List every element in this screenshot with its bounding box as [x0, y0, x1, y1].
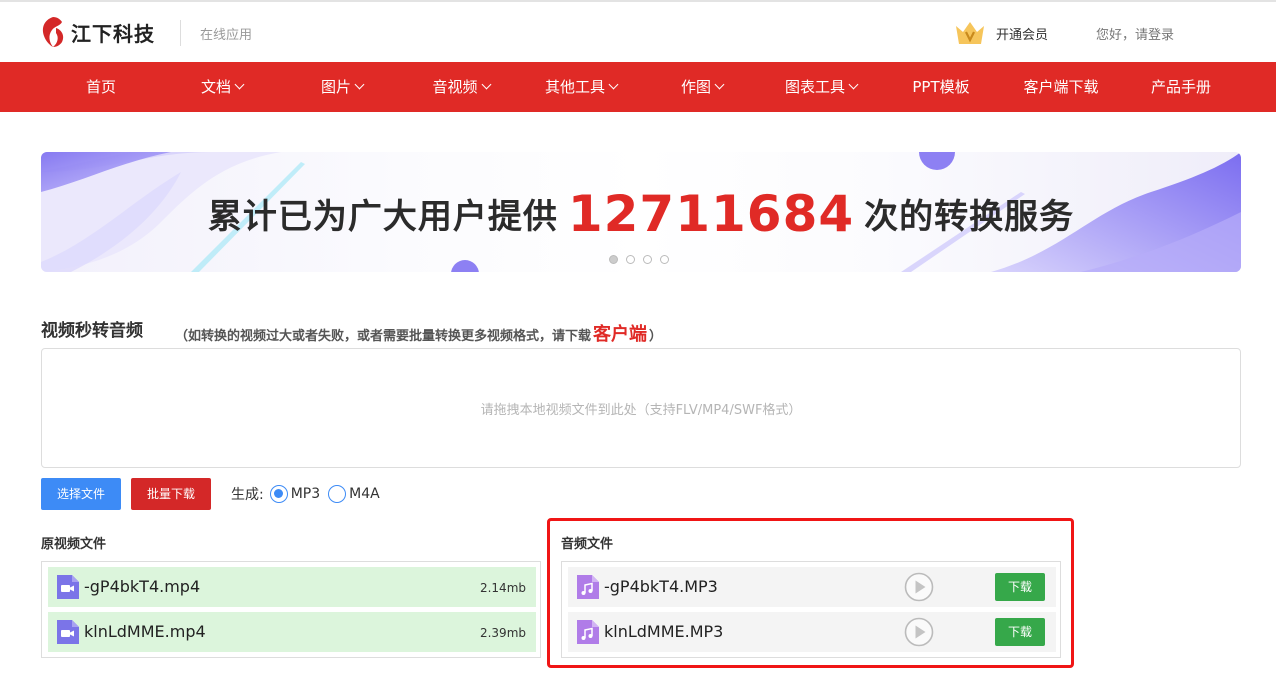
nav-label: 文档 — [200, 78, 231, 96]
radio-unchecked-icon — [328, 485, 347, 503]
logo-text: 江下科技 — [71, 21, 155, 46]
nav-label: 图片 — [320, 78, 351, 96]
file-size: 2.14mb — [479, 581, 526, 595]
banner-headline: 累计已为广大用户提供 12711684 次的转换服务 — [41, 182, 1241, 243]
top-header: 江下科技 在线应用 开通会员 您好，请登录 — [0, 0, 1276, 62]
video-file-icon — [57, 620, 79, 644]
chevron-down-icon — [234, 79, 245, 90]
file-name: klnLdMME.MP3 — [604, 622, 724, 641]
nav-label: 作图 — [680, 78, 711, 96]
header-subtitle: 在线应用 — [200, 28, 253, 43]
audio-files-title: 音频文件 — [561, 537, 614, 552]
format-selector: 生成: MP3 M4A — [231, 484, 380, 504]
nav-item-av[interactable]: 音视频 — [428, 62, 494, 112]
carousel-dot[interactable] — [626, 255, 635, 264]
carousel-dot[interactable] — [609, 255, 618, 264]
nav-label: 客户端下载 — [1023, 78, 1099, 96]
file-name: klnLdMME.mp4 — [84, 622, 206, 641]
logo-icon — [42, 17, 64, 47]
nav-item-other-tools[interactable]: 其他工具 — [540, 62, 622, 112]
video-file-icon — [57, 575, 79, 599]
play-icon[interactable] — [904, 572, 934, 602]
nav-label: 音视频 — [432, 78, 478, 96]
download-button[interactable]: 下载 — [995, 618, 1045, 646]
header-divider — [180, 20, 181, 46]
batch-download-button[interactable]: 批量下载 — [131, 478, 211, 510]
radio-label: MP3 — [290, 486, 321, 502]
nav-item-client-download[interactable]: 客户端下载 — [1018, 62, 1104, 112]
logo[interactable]: 江下科技 — [40, 16, 155, 48]
crown-icon — [956, 22, 984, 44]
list-item[interactable]: -gP4bkT4.mp4 2.14mb — [48, 567, 536, 607]
chevron-down-icon — [354, 79, 365, 90]
promo-banner[interactable]: 累计已为广大用户提供 12711684 次的转换服务 — [41, 152, 1241, 272]
radio-checked-icon — [269, 485, 288, 503]
tool-title: 视频秒转音频 — [41, 321, 143, 341]
nav-label: PPT模板 — [912, 78, 970, 96]
radio-label: M4A — [349, 486, 380, 502]
generate-label: 生成: — [231, 487, 264, 503]
audio-file-icon — [577, 620, 599, 644]
dropzone-hint: 请拖拽本地视频文件到此处（支持FLV/MP4/SWF格式） — [480, 402, 802, 418]
file-name: -gP4bkT4.mp4 — [84, 577, 201, 596]
list-item[interactable]: klnLdMME.mp4 2.39mb — [48, 612, 536, 652]
vip-label: 开通会员 — [996, 27, 1049, 43]
nav-label: 其他工具 — [544, 78, 605, 96]
carousel-dot[interactable] — [643, 255, 652, 264]
select-file-button[interactable]: 选择文件 — [41, 478, 121, 510]
nav-item-images[interactable]: 图片 — [316, 62, 368, 112]
main-nav: 首页 文档 图片 音视频 其他工具 作图 图表工具 PPT模板 客户端下载 产品… — [0, 62, 1276, 112]
source-files-title: 原视频文件 — [41, 537, 107, 552]
chevron-down-icon — [481, 79, 491, 90]
vip-link[interactable]: 开通会员 — [954, 20, 1048, 46]
note-text: （如转换的视频过大或者失败，或者需要批量转换更多视频格式，请下载 — [175, 329, 592, 344]
list-item: -gP4bkT4.MP3 下载 — [568, 567, 1056, 607]
nav-label: 图表工具 — [784, 78, 845, 96]
play-icon[interactable] — [904, 617, 934, 647]
nav-label: 首页 — [85, 78, 116, 96]
client-download-link[interactable]: 客户端 — [593, 324, 647, 345]
chevron-down-icon — [848, 79, 859, 90]
nav-item-docs[interactable]: 文档 — [196, 62, 248, 112]
note-text-end: ） — [649, 329, 663, 344]
banner-count: 12711684 — [567, 185, 855, 243]
chevron-down-icon — [714, 79, 725, 90]
chevron-down-icon — [608, 79, 619, 90]
carousel-dot[interactable] — [660, 255, 669, 264]
file-dropzone[interactable]: 请拖拽本地视频文件到此处（支持FLV/MP4/SWF格式） — [41, 348, 1241, 468]
radio-mp3[interactable]: MP3 — [269, 485, 321, 503]
nav-item-ppt[interactable]: PPT模板 — [908, 62, 974, 112]
nav-item-chart-tools[interactable]: 图表工具 — [780, 62, 862, 112]
banner-text-before: 累计已为广大用户提供 — [207, 197, 558, 237]
nav-item-draw[interactable]: 作图 — [676, 62, 728, 112]
file-size: 2.39mb — [479, 626, 526, 640]
top-border — [0, 0, 1276, 2]
source-files-list: -gP4bkT4.mp4 2.14mb klnLdMME.mp4 2.39mb — [41, 561, 541, 658]
tool-note: （如转换的视频过大或者失败，或者需要批量转换更多视频格式，请下载 客户端） — [175, 320, 662, 346]
banner-text-after: 次的转换服务 — [864, 197, 1075, 237]
radio-m4a[interactable]: M4A — [328, 485, 380, 503]
download-button[interactable]: 下载 — [995, 573, 1045, 601]
nav-item-manual[interactable]: 产品手册 — [1146, 62, 1216, 112]
audio-files-list: -gP4bkT4.MP3 下载 klnLdMME.MP3 下载 — [561, 561, 1061, 658]
nav-item-home[interactable]: 首页 — [80, 62, 122, 112]
audio-file-icon — [577, 575, 599, 599]
carousel-dots — [609, 255, 669, 264]
login-link[interactable]: 您好，请登录 — [1096, 24, 1174, 43]
file-name: -gP4bkT4.MP3 — [604, 577, 718, 596]
nav-label: 产品手册 — [1150, 78, 1211, 96]
list-item: klnLdMME.MP3 下载 — [568, 612, 1056, 652]
